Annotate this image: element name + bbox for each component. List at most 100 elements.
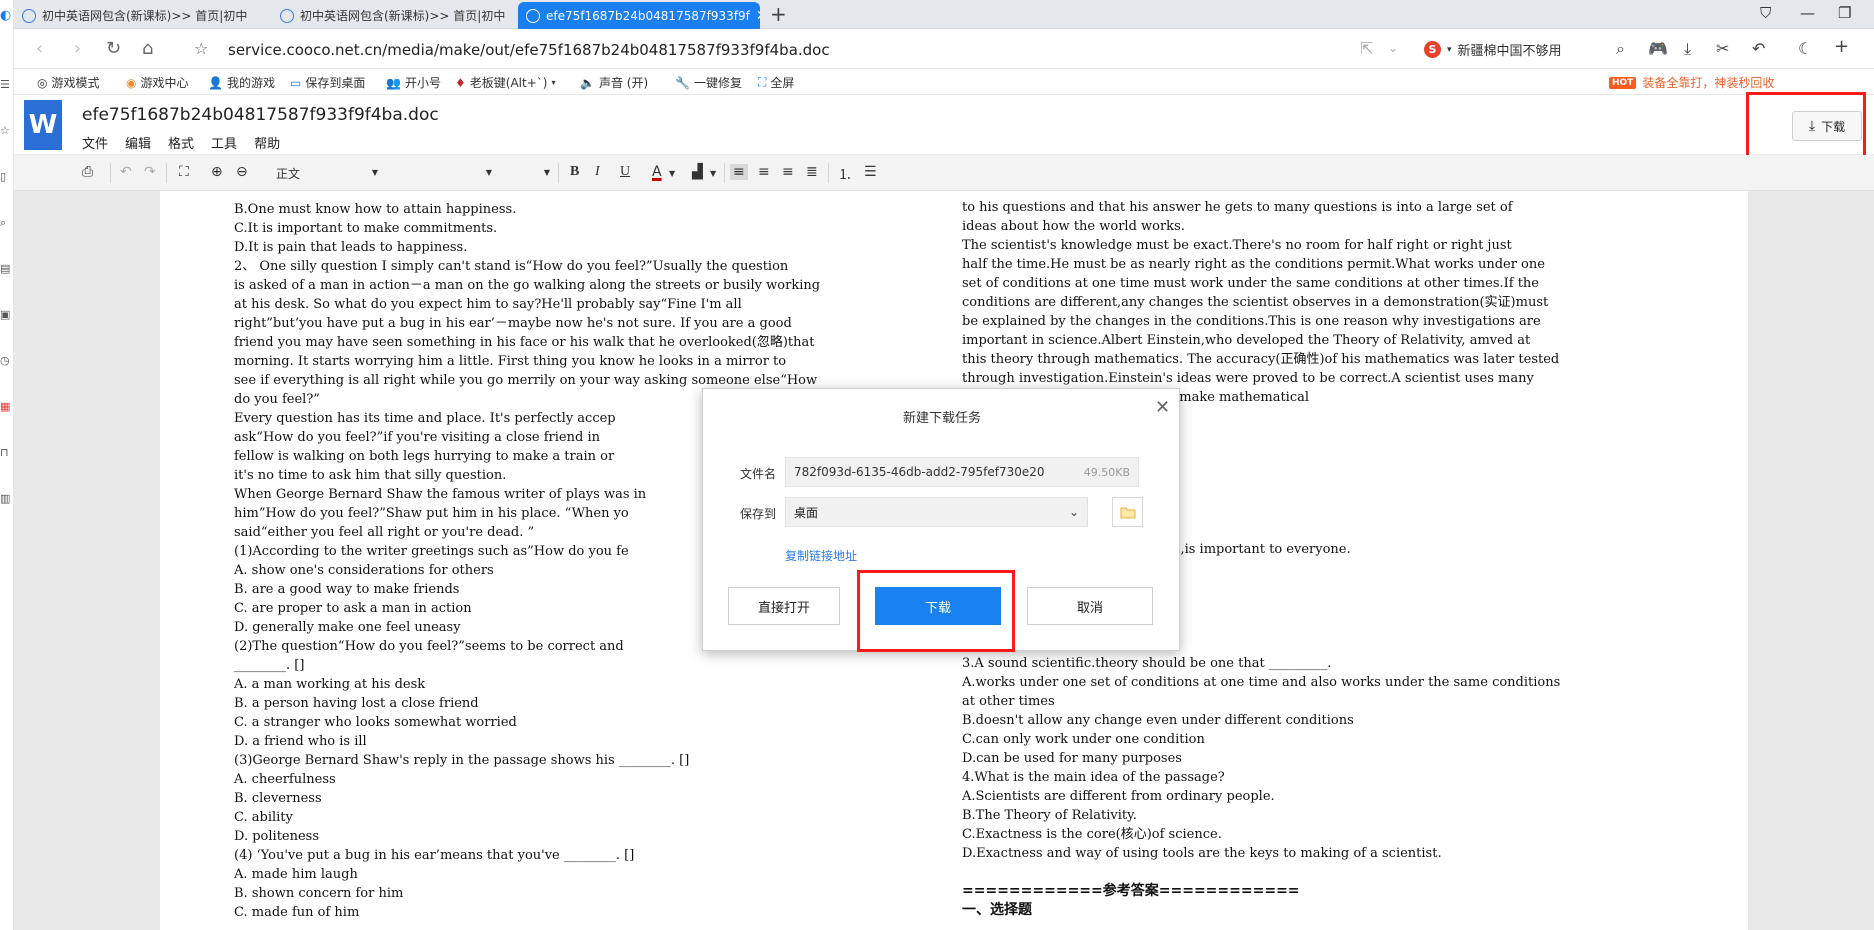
hot-ad[interactable]: HOT 装备全靠打，神装秒回收 xyxy=(1609,74,1774,91)
doc-line: ask“How do you feel?”if you're visiting … xyxy=(234,430,600,445)
align-left-icon[interactable]: ≡ xyxy=(730,164,748,180)
home-icon[interactable]: ⌂ xyxy=(142,38,153,59)
tab-2[interactable]: 初中英语网包含(新课标)>> 首页|初中 xyxy=(272,2,516,29)
copy-link-button[interactable]: 复制链接地址 xyxy=(785,547,857,564)
justify-icon[interactable]: ≣ xyxy=(806,164,818,180)
search-engine-icon[interactable]: S xyxy=(1424,41,1441,58)
align-center-icon[interactable]: ≡ xyxy=(758,164,770,180)
reload-icon[interactable]: ↻ xyxy=(106,38,121,59)
people-icon: 👥 xyxy=(386,75,401,90)
live-icon[interactable]: ▣ xyxy=(0,308,10,321)
bookmark-repair[interactable]: 🔧 一键修复 xyxy=(675,74,742,91)
undo-icon[interactable]: ↶ xyxy=(1752,39,1765,58)
star-icon[interactable]: ☆ xyxy=(0,124,10,137)
chevron-down-icon: ⌄ xyxy=(1068,505,1079,519)
url-input[interactable]: service.cooco.net.cn/media/make/out/efe7… xyxy=(228,41,830,59)
back-icon[interactable]: ‹ xyxy=(36,38,43,59)
search-icon[interactable]: ⌕ xyxy=(0,216,6,230)
tab-active[interactable]: efe75f1687b24b04817587f933f9f ✕ xyxy=(518,2,760,29)
globe-icon xyxy=(280,8,294,23)
paragraph-style-select[interactable]: 正文 ▼ xyxy=(276,162,380,184)
cancel-button[interactable]: 取消 xyxy=(1027,587,1153,625)
bookmark-my-games[interactable]: 👤 我的游戏 xyxy=(208,74,275,91)
highlight-color-icon[interactable]: ▟ xyxy=(692,164,703,180)
doc-line: B.The Theory of Relativity. xyxy=(962,808,1137,823)
book-icon[interactable]: ▯ xyxy=(0,170,6,183)
moon-icon[interactable]: ☾ xyxy=(1798,39,1812,58)
scissors-icon[interactable]: ✂ xyxy=(1716,39,1729,58)
doc-line: 4.What is the main idea of the passage? xyxy=(962,770,1225,785)
list-icon[interactable]: ☰ xyxy=(0,78,10,91)
search-icon[interactable]: ⌕ xyxy=(1616,39,1625,59)
doc-line: A.works under one set of conditions at o… xyxy=(962,675,1561,690)
tab-1[interactable]: 初中英语网包含(新课标)>> 首页|初中 xyxy=(14,2,270,29)
globe-icon xyxy=(526,8,540,23)
print-icon[interactable]: ⎙ xyxy=(82,164,93,180)
menu-file[interactable]: 文件 xyxy=(82,133,108,152)
style-value: 正文 xyxy=(276,166,301,181)
bookmark-alt-account[interactable]: 👥 开小号 xyxy=(386,74,441,91)
chat-icon[interactable]: ◐ xyxy=(0,8,11,23)
redo-icon[interactable]: ↷ xyxy=(144,164,156,180)
close-tab-icon[interactable]: ✕ xyxy=(756,8,760,24)
doc-line: conditions are different,any changes the… xyxy=(962,295,1549,310)
menu-edit[interactable]: 编辑 xyxy=(125,133,151,152)
mail-icon[interactable]: ▤ xyxy=(0,262,10,275)
filename-field[interactable]: 782f093d-6135-46db-add2-795fef730e20 49.… xyxy=(785,457,1139,487)
folder-icon xyxy=(1120,507,1135,518)
undo-icon[interactable]: ↶ xyxy=(120,164,132,180)
bookmark-game-mode[interactable]: ◎ 游戏模式 xyxy=(37,74,100,91)
doc-line: (3)George Bernard Shaw's reply in the pa… xyxy=(234,753,690,768)
zoom-out-icon[interactable]: ⊖ xyxy=(236,164,248,180)
bulleted-list-icon[interactable]: ☰ xyxy=(864,164,877,180)
clock-icon[interactable]: ◷ xyxy=(0,354,10,367)
chevron-down-icon[interactable]: ▼ xyxy=(669,169,675,178)
share-icon[interactable]: ⇱ xyxy=(1360,39,1373,58)
plus-icon[interactable]: + xyxy=(1834,36,1849,57)
chevron-down-icon[interactable]: ▼ xyxy=(710,169,716,178)
game-icon[interactable]: 🎮 xyxy=(1648,39,1668,58)
zoom-in-icon[interactable]: ⊕ xyxy=(211,164,223,180)
align-right-icon[interactable]: ≡ xyxy=(782,164,794,180)
cart-icon[interactable]: ⊓ xyxy=(0,446,9,459)
shirt-icon[interactable]: ⛉ xyxy=(1760,4,1771,22)
folder-button[interactable] xyxy=(1112,497,1143,527)
bold-button[interactable]: B xyxy=(570,164,579,180)
italic-button[interactable]: I xyxy=(595,164,600,180)
font-size-select[interactable]: ▼ xyxy=(500,162,552,184)
save-path-select[interactable]: 桌面 ⌄ xyxy=(785,497,1088,527)
grid-icon[interactable]: ▥ xyxy=(0,492,10,505)
doc-line: A. made him laugh xyxy=(234,867,358,882)
forward-icon[interactable]: › xyxy=(74,38,81,59)
doc-line: said“either you feel all right or you're… xyxy=(234,525,535,540)
doc-line: C. ability xyxy=(234,810,293,825)
bookmark-sound[interactable]: 🔈 声音 (开) xyxy=(580,74,648,91)
bookmark-boss-key[interactable]: ♦ 老板键(Alt+`) ▾ xyxy=(455,74,555,91)
menu-format[interactable]: 格式 xyxy=(168,133,194,152)
numbered-list-icon[interactable]: ⒈ xyxy=(838,164,852,184)
bookmark-fullscreen[interactable]: ⛶ 全屏 xyxy=(758,74,794,91)
close-icon[interactable]: ✕ xyxy=(1155,397,1170,418)
underline-button[interactable]: U xyxy=(620,164,630,180)
minimize-icon[interactable]: — xyxy=(1800,4,1815,22)
doc-line: at his desk. So what do you expect him t… xyxy=(234,297,742,312)
star-icon[interactable]: ☆ xyxy=(194,39,208,58)
new-tab-icon[interactable]: + xyxy=(770,2,787,26)
chevron-down-icon[interactable]: ⌄ xyxy=(1388,41,1398,55)
doc-line: When George Bernard Shaw the famous writ… xyxy=(234,487,647,502)
font-family-select[interactable]: ▼ xyxy=(384,162,494,184)
select-icon[interactable]: ⛶ xyxy=(179,164,189,180)
restore-icon[interactable]: ❐ xyxy=(1838,4,1851,22)
doc-line: A.Scientists are different from ordinary… xyxy=(962,789,1275,804)
doc-line: 3.A sound scientific.theory should be on… xyxy=(962,656,1332,671)
menu-help[interactable]: 帮助 xyxy=(254,133,280,152)
menu-tools[interactable]: 工具 xyxy=(211,133,237,152)
note-icon[interactable]: ▦ xyxy=(0,400,10,413)
open-direct-button[interactable]: 直接打开 xyxy=(728,587,840,625)
doc-line: A. show one's considerations for others xyxy=(234,563,494,578)
download-icon[interactable]: ⤓ xyxy=(1684,39,1691,59)
search-box[interactable]: S ▾ 新疆棉中国不够用 xyxy=(1424,40,1562,59)
font-color-button[interactable]: A xyxy=(652,164,662,180)
bookmark-game-center[interactable]: ◉ 游戏中心 xyxy=(126,74,189,91)
bookmark-save-desktop[interactable]: ▭ 保存到桌面 xyxy=(290,74,365,91)
